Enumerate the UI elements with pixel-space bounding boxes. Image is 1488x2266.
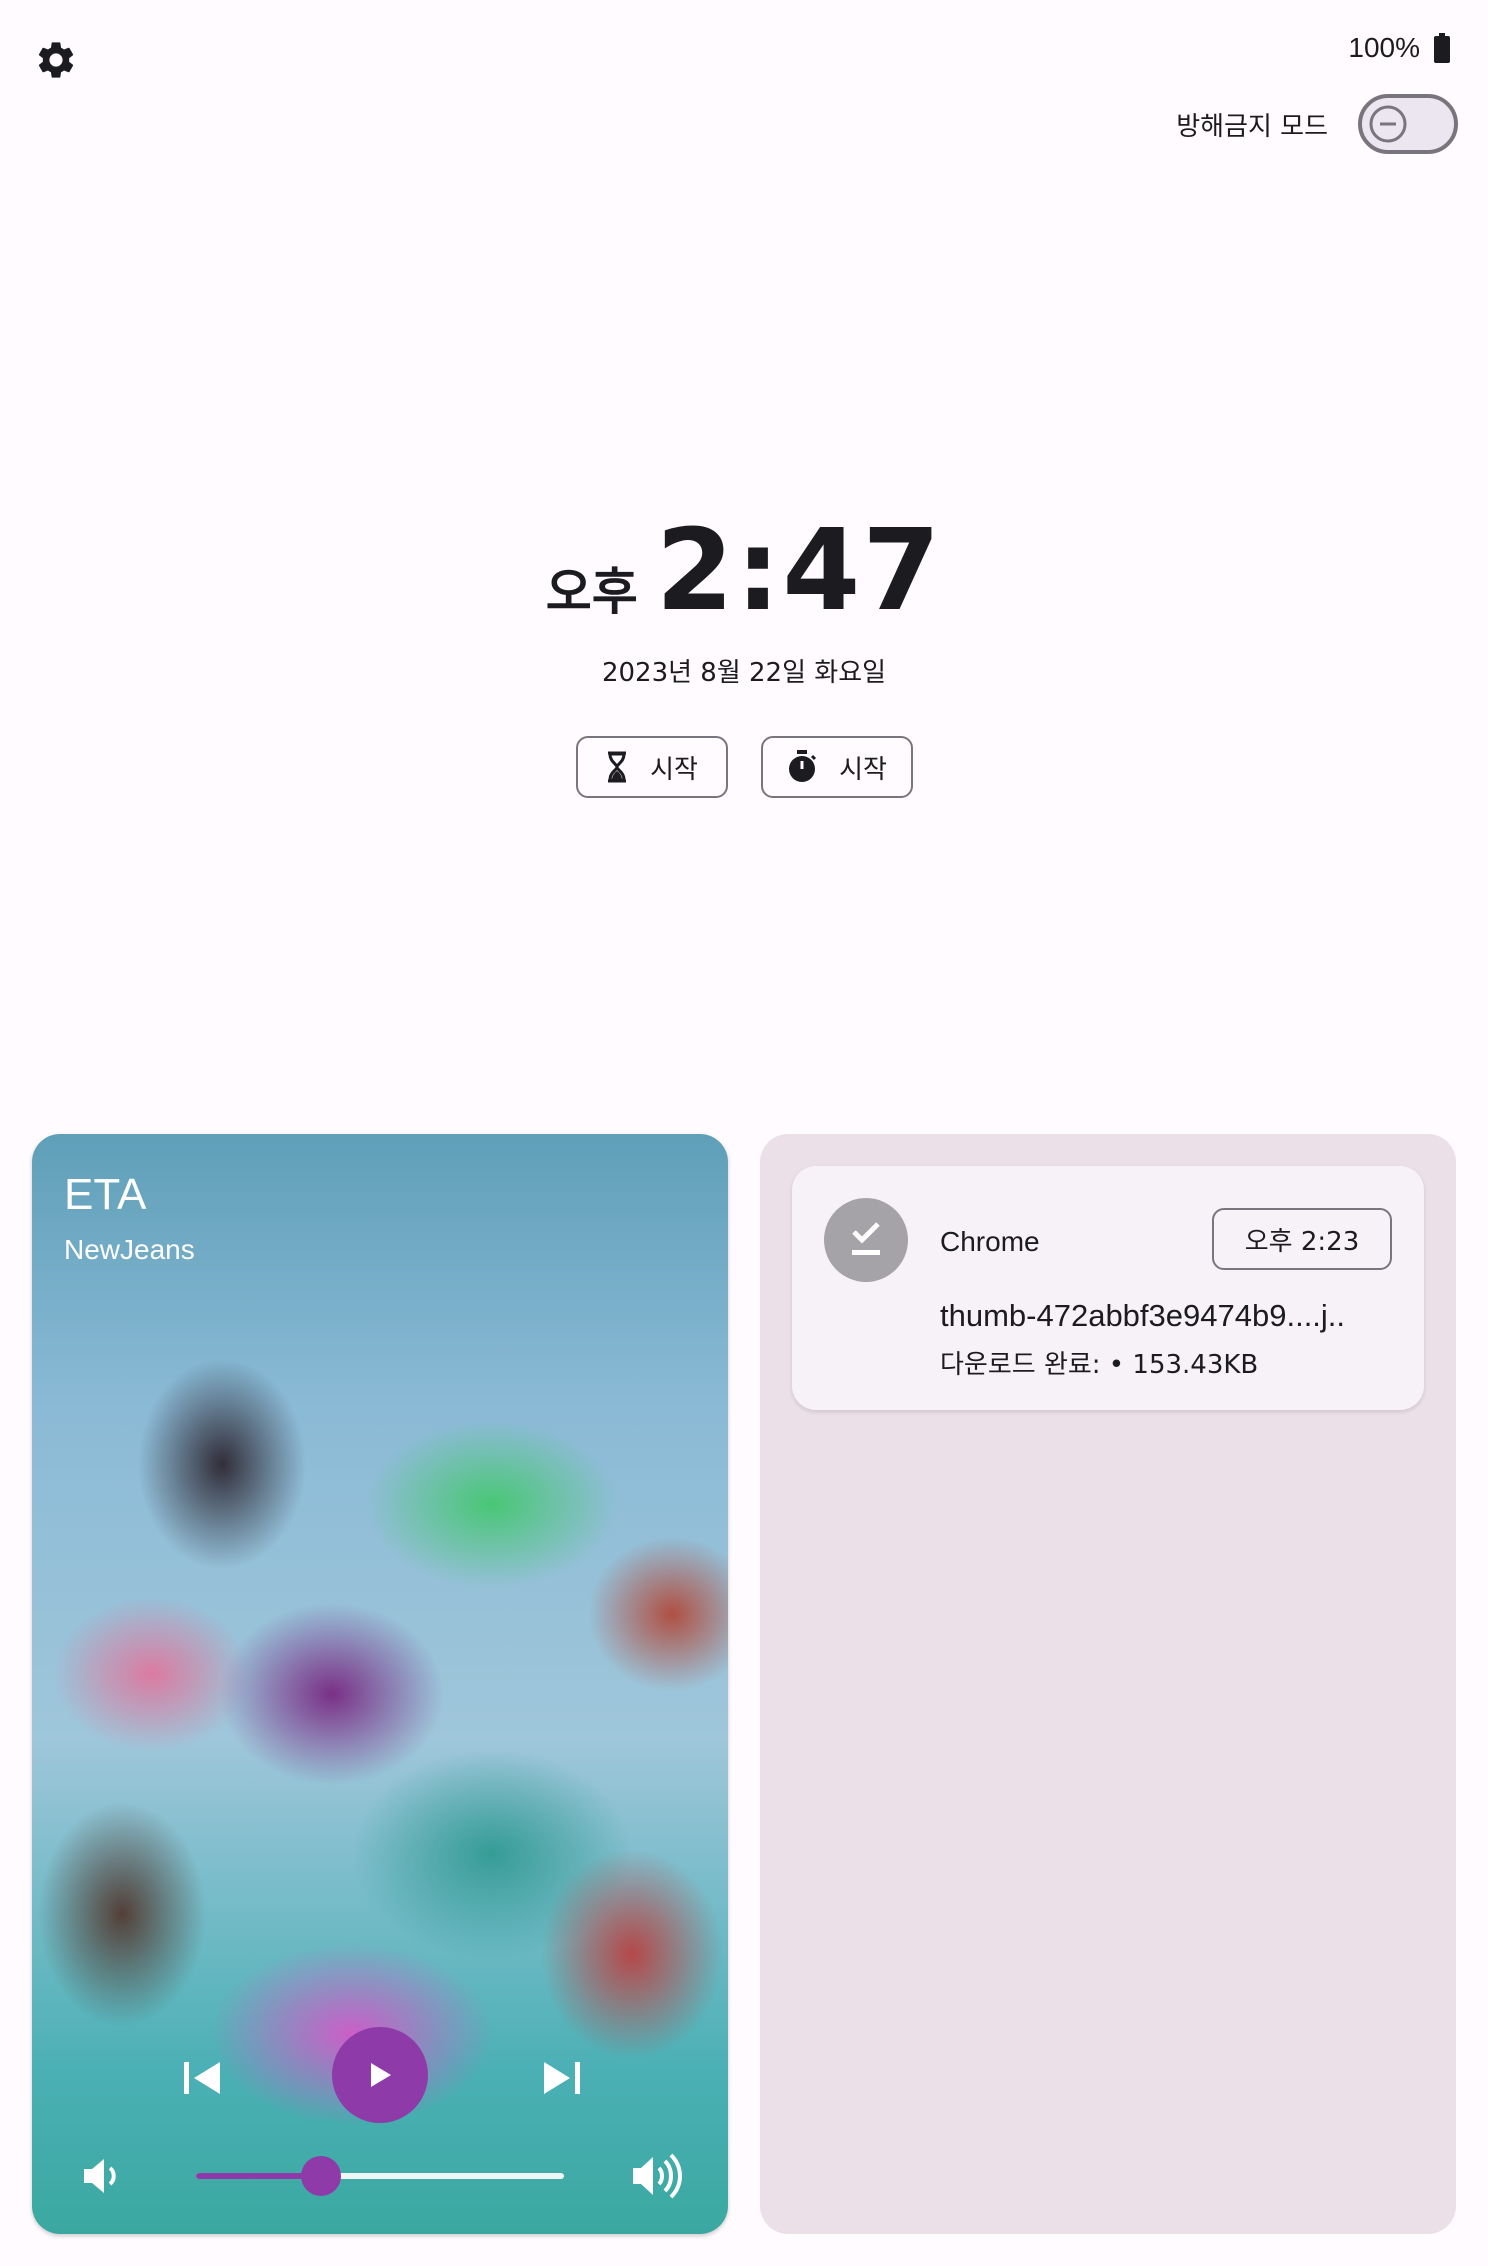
- previous-button[interactable]: [172, 2048, 232, 2108]
- notification-status: 다운로드 완료: • 153.43KB: [940, 1350, 1259, 1380]
- media-player-card[interactable]: ETA NewJeans: [32, 1134, 728, 2234]
- next-button[interactable]: [532, 2048, 592, 2108]
- volume-down-button[interactable]: [72, 2146, 132, 2206]
- volume-up-button[interactable]: [628, 2146, 688, 2206]
- stopwatch-start-label: 시작: [839, 754, 887, 785]
- timer-start-button[interactable]: 시작: [576, 736, 728, 798]
- play-icon: [371, 2063, 391, 2087]
- volume-low-icon: [84, 2159, 116, 2193]
- skip-next-icon: [544, 2062, 580, 2094]
- skip-previous-icon: [184, 2062, 220, 2094]
- clock: 오후 2:47: [0, 515, 1488, 627]
- play-button[interactable]: [332, 2027, 428, 2123]
- notification-card[interactable]: Chrome 오후 2:23 thumb-472abbf3e9474b9....…: [792, 1166, 1424, 1410]
- notification-time[interactable]: 오후 2:23: [1212, 1208, 1392, 1270]
- dnd-label: 방해금지 모드: [1176, 111, 1328, 142]
- settings-button[interactable]: [28, 32, 84, 88]
- hourglass-icon: [608, 751, 627, 783]
- gear-icon: [38, 42, 74, 78]
- dnd-row: 방해금지 모드: [1176, 94, 1458, 154]
- stopwatch-icon: [789, 750, 817, 782]
- notification-app-name: Chrome: [940, 1226, 1040, 1257]
- notification-panel: Chrome 오후 2:23 thumb-472abbf3e9474b9....…: [760, 1134, 1456, 2234]
- stopwatch-start-button[interactable]: 시작: [761, 736, 913, 798]
- media-artist: NewJeans: [64, 1234, 195, 1265]
- battery-status: 100%: [1348, 32, 1450, 64]
- volume-slider-thumb[interactable]: [301, 2156, 342, 2196]
- download-done-icon: [824, 1198, 908, 1282]
- dnd-toggle[interactable]: [1358, 94, 1458, 154]
- notification-file-name: thumb-472abbf3e9474b9....j..: [940, 1298, 1346, 1333]
- volume-slider[interactable]: [196, 2156, 564, 2196]
- clock-ampm: 오후: [545, 563, 638, 621]
- volume-high-icon: [633, 2153, 682, 2199]
- battery-percent: 100%: [1348, 32, 1420, 63]
- clock-time: 2:47: [655, 506, 943, 636]
- battery-icon: [1434, 33, 1450, 63]
- timer-start-label: 시작: [650, 754, 698, 785]
- clock-date: 2023년 8월 22일 화요일: [601, 658, 887, 688]
- media-title: ETA: [64, 1170, 147, 1219]
- dnd-icon: [1368, 104, 1408, 144]
